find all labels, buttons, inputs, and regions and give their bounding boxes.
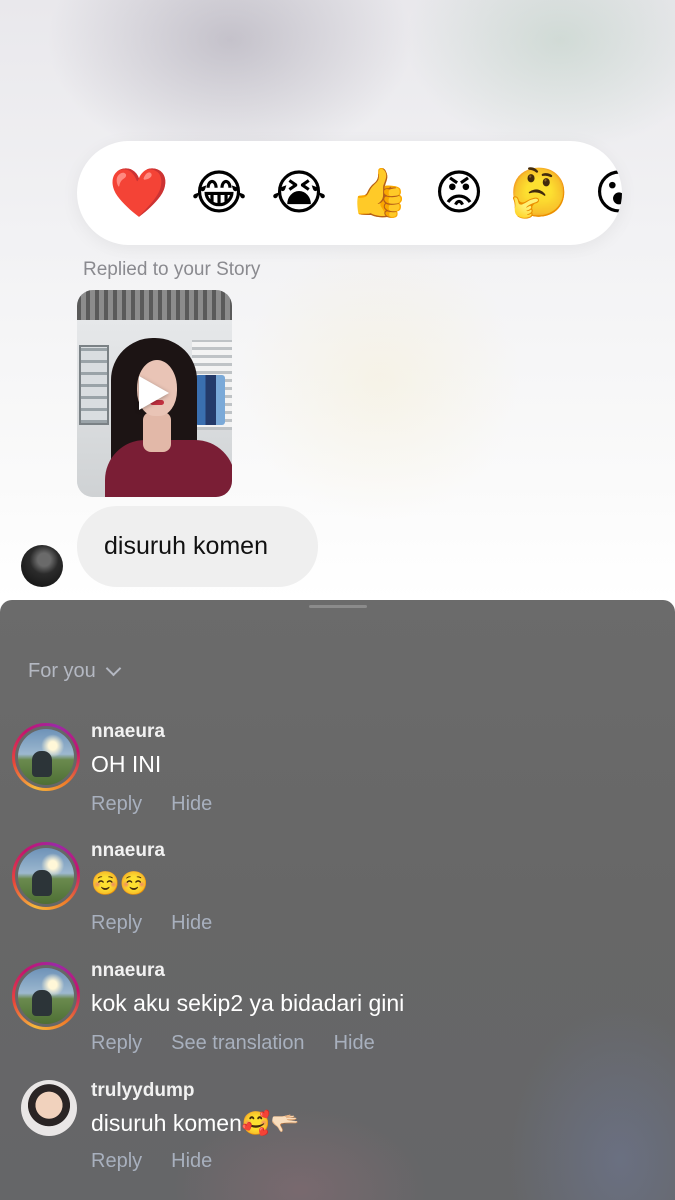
comment-filter-dropdown[interactable]: For you (28, 659, 122, 683)
play-icon[interactable] (139, 376, 169, 410)
comment-text: disuruh komen🥰🫳🏻 (91, 1110, 300, 1136)
comment-item: trulyydump disuruh komen🥰🫳🏻 Reply Hide (0, 1080, 675, 1190)
comment-username[interactable]: nnaeura (91, 840, 165, 862)
chevron-down-icon (105, 660, 122, 676)
filter-label: For you (28, 659, 96, 682)
replied-to-story-label: Replied to your Story (83, 259, 261, 280)
angry-reaction-icon[interactable]: 😡 (429, 163, 489, 223)
reply-button[interactable]: Reply (91, 912, 142, 935)
comment-text: kok aku sekip2 ya bidadari gini (91, 990, 405, 1016)
comment-username[interactable]: nnaeura (91, 960, 165, 982)
thumbs-up-reaction-icon[interactable]: 👍 (349, 163, 409, 223)
hide-button[interactable]: Hide (334, 1032, 375, 1055)
sheet-grabber-handle[interactable] (309, 605, 367, 608)
avatar[interactable] (21, 1080, 77, 1136)
avatar (18, 968, 74, 1024)
comment-username[interactable]: trulyydump (91, 1080, 194, 1102)
reaction-bar: ❤️ 😂 😭 👍 😡 🤔 😮 (77, 141, 622, 245)
avatar (18, 848, 74, 904)
avatar (18, 729, 74, 785)
comments-sheet: For you nnaeura OH INI Reply Hide nnaeur… (0, 600, 675, 1200)
dm-thread: ❤️ 😂 😭 👍 😡 🤔 😮 Replied to your Story dis… (0, 0, 675, 600)
story-ring-avatar[interactable] (12, 723, 80, 791)
comment-actions: Reply Hide (91, 912, 212, 935)
message-bubble[interactable]: disuruh komen (77, 506, 318, 587)
reply-button[interactable]: Reply (91, 793, 142, 816)
comment-item: nnaeura kok aku sekip2 ya bidadari gini … (0, 960, 675, 1070)
reply-button[interactable]: Reply (91, 1150, 142, 1173)
story-thumbnail[interactable] (77, 290, 232, 497)
hide-button[interactable]: Hide (171, 912, 212, 935)
reply-button[interactable]: Reply (91, 1032, 142, 1055)
message-text: disuruh komen (104, 532, 268, 560)
thinking-reaction-icon[interactable]: 🤔 (509, 163, 569, 223)
heart-reaction-icon[interactable]: ❤️ (109, 163, 169, 223)
crying-reaction-icon[interactable]: 😭 (269, 163, 329, 223)
story-ring-avatar[interactable] (12, 842, 80, 910)
comment-item: nnaeura OH INI Reply Hide (0, 721, 675, 831)
comment-actions: Reply See translation Hide (91, 1032, 375, 1055)
surprised-reaction-icon[interactable]: 😮 (589, 163, 622, 223)
comment-text: ☺️☺️ (91, 870, 149, 896)
laughing-reaction-icon[interactable]: 😂 (189, 163, 249, 223)
comment-actions: Reply Hide (91, 793, 212, 816)
hide-button[interactable]: Hide (171, 1150, 212, 1173)
comment-text: OH INI (91, 751, 162, 777)
sender-avatar[interactable] (21, 545, 63, 587)
comment-actions: Reply Hide (91, 1150, 212, 1173)
comment-username[interactable]: nnaeura (91, 721, 165, 743)
story-ring-avatar[interactable] (12, 962, 80, 1030)
hide-button[interactable]: Hide (171, 793, 212, 816)
comment-item: nnaeura ☺️☺️ Reply Hide (0, 840, 675, 950)
see-translation-button[interactable]: See translation (171, 1032, 304, 1055)
